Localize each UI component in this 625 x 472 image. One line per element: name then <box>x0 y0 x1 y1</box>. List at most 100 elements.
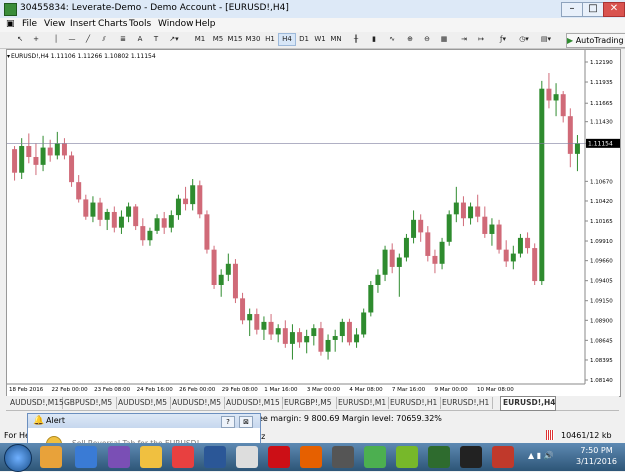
autoscroll-icon[interactable]: ↦ <box>475 34 487 45</box>
fibonacci-icon[interactable]: ≣ <box>117 34 129 45</box>
autotrading-button[interactable]: ▶ AutoTrading <box>566 33 625 48</box>
alert-restore-button[interactable]: ⊠ <box>239 416 253 428</box>
equidistant-channel-icon[interactable]: ⫽ <box>98 34 110 45</box>
folder-icon[interactable] <box>140 446 162 468</box>
firefox-icon[interactable] <box>300 446 322 468</box>
candle-body <box>161 218 167 228</box>
utorrent-icon[interactable] <box>396 446 418 468</box>
crosshair-icon[interactable]: + <box>30 34 42 45</box>
timeframe-m5[interactable]: M5 <box>210 34 226 45</box>
price-scale-group: 1.12190 1.11935 1.11665 1.11430 1.11154 1.106… <box>585 60 613 384</box>
cursor-icon[interactable]: ↖ <box>14 34 26 45</box>
start-button[interactable] <box>4 444 32 472</box>
menu-file[interactable]: File <box>22 19 37 29</box>
candle-body <box>332 336 338 340</box>
menu-insert[interactable]: Insert <box>70 19 96 29</box>
timeframe-h1[interactable]: H1 <box>262 34 278 45</box>
tab-audusd-m5-2[interactable]: AUDUSD!,M5 <box>170 397 225 409</box>
trendline-icon[interactable]: ╱ <box>82 34 94 45</box>
candle-body <box>111 211 117 228</box>
trading-app-icon[interactable] <box>460 446 482 468</box>
tab-eurusd-h4[interactable]: EURUSD!,H4 <box>500 396 556 411</box>
tab-audusd-m5[interactable]: AUDUSD!,M5 <box>116 397 171 409</box>
gmail-icon[interactable] <box>236 446 258 468</box>
candlestick-icon[interactable]: ▮ <box>368 34 380 45</box>
menu-app-icon[interactable]: ▣ <box>6 19 15 29</box>
menu-window[interactable]: Window <box>158 19 194 29</box>
horizontal-line-icon[interactable]: — <box>66 34 78 45</box>
tile-windows-icon[interactable]: ▦ <box>438 34 450 45</box>
close-button[interactable]: ✕ <box>603 2 625 17</box>
time-tick-label: 3 Mar 00:00 <box>307 387 341 393</box>
candle-body <box>26 146 32 158</box>
clock-time: 7:50 PM <box>580 446 613 455</box>
autotrading-label: AutoTrading <box>575 36 624 45</box>
timeframe-m1[interactable]: M1 <box>192 34 208 45</box>
tab-eurusd-h1[interactable]: EURUSD!,H1 <box>388 397 441 409</box>
word-icon[interactable] <box>204 446 226 468</box>
candle-body <box>225 263 231 275</box>
tab-audusd-m15[interactable]: AUDUSD!,M15 <box>8 397 64 409</box>
chart-shift-icon[interactable]: ⇥ <box>458 34 470 45</box>
metatrader-icon[interactable] <box>332 446 354 468</box>
arrows-icon[interactable]: ↗▾ <box>168 34 180 45</box>
alert-help-button[interactable]: ? <box>221 416 235 428</box>
timeframe-mn[interactable]: MN <box>328 34 344 45</box>
maximize-button[interactable]: □ <box>582 2 604 17</box>
time-tick-label: 4 Mar 08:00 <box>349 387 383 393</box>
menu-charts[interactable]: Charts <box>98 19 127 29</box>
time-tick-label: 10 Mar 08:00 <box>477 387 514 393</box>
alert-header[interactable]: 🔔 Alert ? ⊠ <box>28 414 260 428</box>
explorer-icon[interactable] <box>40 446 62 468</box>
clock[interactable]: 7:50 PM 3/11/2016 <box>574 445 619 467</box>
tab-audusd-m15-2[interactable]: AUDUSD!,M15 <box>224 397 283 409</box>
tab-gbpusd-m5[interactable]: GBPUSD!,M5 <box>62 397 117 409</box>
templates-icon[interactable]: ▤▾ <box>540 34 552 45</box>
minimize-button[interactable]: – <box>561 2 583 17</box>
candle-body <box>140 226 146 241</box>
price-tick-label: 1.10165 <box>590 219 613 225</box>
periods-icon[interactable]: ◷▾ <box>518 34 530 45</box>
zoom-out-icon[interactable]: ⊖ <box>421 34 433 45</box>
vertical-line-icon[interactable]: │ <box>50 34 62 45</box>
bell-icon: 🔔 <box>33 416 45 426</box>
tablet-app-icon[interactable] <box>428 446 450 468</box>
visual-studio-icon[interactable] <box>108 446 130 468</box>
app-icon-dark-red[interactable] <box>492 446 514 468</box>
candle-body <box>375 274 381 285</box>
chart-window[interactable]: 1.12190 1.11935 1.11665 1.11430 1.11154 1.106… <box>6 49 621 397</box>
price-chart[interactable]: 1.12190 1.11935 1.11665 1.11430 1.11154 1.106… <box>7 50 620 396</box>
time-tick-label: 7 Mar 16:00 <box>392 387 426 393</box>
opera-icon[interactable] <box>268 446 290 468</box>
candle-body <box>76 182 82 200</box>
candle-body <box>147 230 153 241</box>
timeframe-m30[interactable]: M30 <box>245 34 261 45</box>
tab-eurgbp-m5[interactable]: EURGBP!,M5 <box>282 397 337 409</box>
menu-view[interactable]: View <box>44 19 65 29</box>
candle-body <box>19 146 25 173</box>
text-label-icon[interactable]: T <box>150 34 162 45</box>
zoom-in-icon[interactable]: ⊕ <box>404 34 416 45</box>
text-tool-icon[interactable]: A <box>134 34 146 45</box>
candle-body <box>460 202 466 219</box>
menu-help[interactable]: Help <box>195 19 216 29</box>
timeframe-d1[interactable]: D1 <box>296 34 312 45</box>
timeframe-h4[interactable]: H4 <box>278 33 296 46</box>
indicators-icon[interactable]: ƒ▾ <box>497 34 509 45</box>
tab-eurusd-m1[interactable]: EURUSD!,M1 <box>336 397 389 409</box>
candle-body <box>553 94 559 101</box>
timeframe-m15[interactable]: M15 <box>227 34 243 45</box>
internet-explorer-icon[interactable] <box>75 446 97 468</box>
candle-body <box>418 219 424 233</box>
bar-chart-icon[interactable]: ╫ <box>350 34 362 45</box>
chrome-icon[interactable] <box>364 446 386 468</box>
menu-tools[interactable]: Tools <box>129 19 151 29</box>
tray-icons[interactable]: ▲ ▮ 🔊 <box>528 451 568 463</box>
candle-body <box>567 116 573 154</box>
line-chart-icon[interactable]: ∿ <box>386 34 398 45</box>
candle-body <box>446 214 452 242</box>
connection-bars-icon <box>546 430 554 440</box>
tab-eurusd-h1-2[interactable]: EURUSD!,H1 <box>440 397 493 409</box>
timeframe-w1[interactable]: W1 <box>312 34 328 45</box>
app-icon-red[interactable] <box>172 446 194 468</box>
